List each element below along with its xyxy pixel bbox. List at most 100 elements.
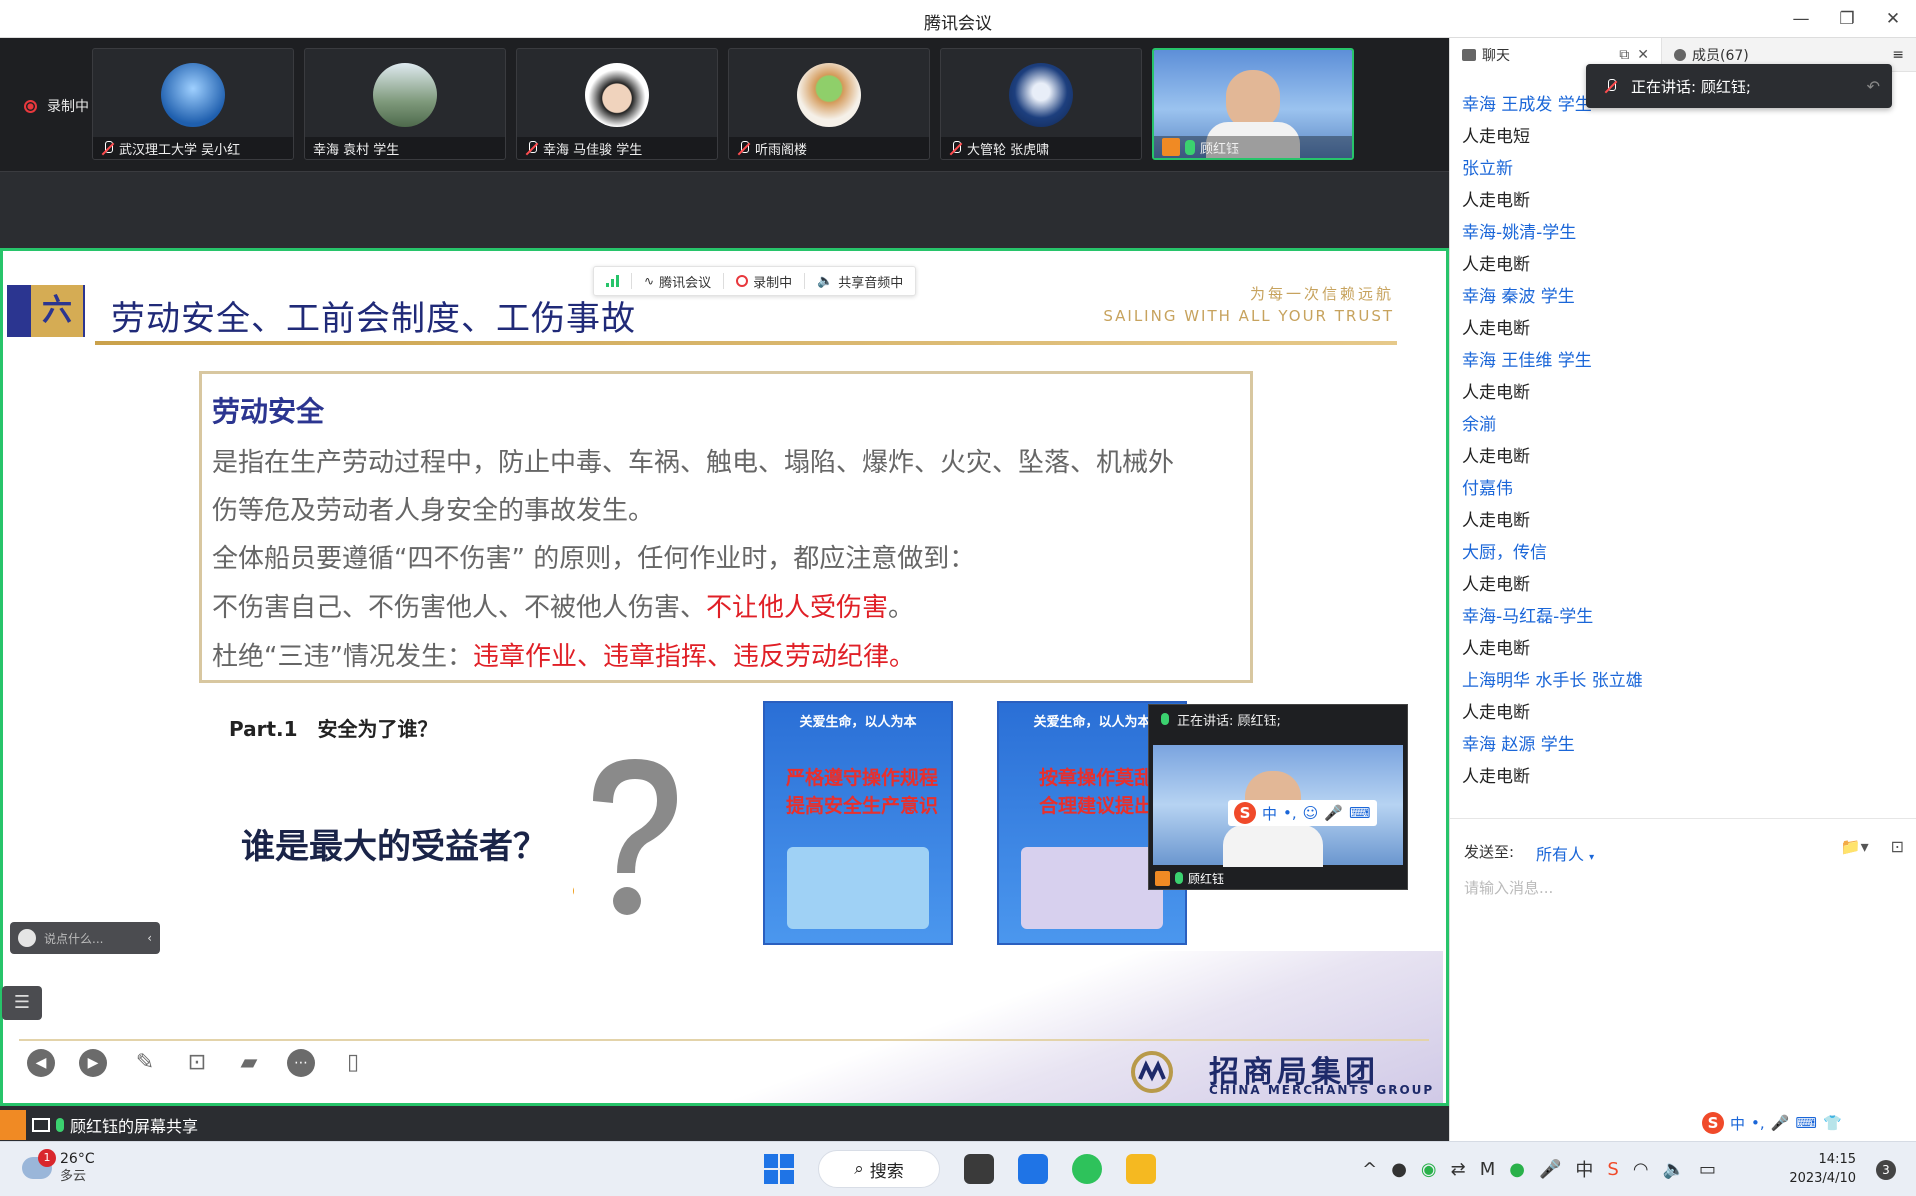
phone-icon[interactable]: ▯ [339, 1049, 367, 1077]
host-icon [0, 1110, 26, 1140]
ime-tray-icon[interactable]: 中 [1575, 1156, 1593, 1182]
popout-icon[interactable]: ⧉ [1619, 47, 1629, 63]
notification-badge[interactable]: 3 [1876, 1160, 1896, 1180]
send-to-dropdown[interactable]: 所有人 ▾ [1536, 841, 1594, 865]
ime-toolbar[interactable]: S 中 •, ☺ 🎤 ⌨ [1228, 800, 1377, 826]
recording-indicator[interactable]: 录制中 [24, 96, 89, 116]
search-button[interactable]: ⌕ 搜索 [818, 1150, 940, 1188]
transfer-icon[interactable]: ⇄ [1451, 1159, 1466, 1180]
mic-icon[interactable]: 🎤 [1539, 1159, 1561, 1180]
tray-green-icon[interactable]: ● [1509, 1159, 1525, 1180]
mic-icon[interactable]: 🎤 [1771, 1114, 1790, 1132]
chat-sender[interactable]: 幸海 王佳维 学生 [1462, 342, 1906, 374]
collapse-icon[interactable]: ‹ [147, 931, 152, 945]
emoji-icon[interactable]: ☺ [1303, 804, 1319, 822]
footer-line [19, 1039, 1429, 1041]
wifi-icon[interactable]: ◠ [1633, 1159, 1649, 1180]
slogan-en: SAILING WITH ALL YOUR TRUST [1103, 307, 1394, 325]
pip-speaking: 正在讲话: 顾红钰; [1177, 713, 1281, 729]
volume-icon[interactable]: 🔈 [1663, 1159, 1685, 1180]
chat-sender[interactable]: 幸海 赵源 学生 [1462, 726, 1906, 758]
list-icon[interactable]: ☰ [2, 986, 42, 1020]
message-input[interactable]: 请输入消息... [1464, 877, 1553, 898]
chevron-up-icon[interactable]: ^ [1362, 1159, 1377, 1180]
title-bar: 腾讯会议 — ❐ ✕ [0, 0, 1916, 38]
participant-tile[interactable]: 幸海 马佳骏 学生 [516, 48, 718, 160]
dismiss-icon[interactable]: ↶ [1867, 77, 1880, 96]
minimize-button[interactable]: — [1788, 6, 1814, 32]
signal-icon [606, 275, 619, 287]
wechat-icon[interactable] [1072, 1154, 1102, 1184]
chat-sender[interactable]: 幸海-姚清-学生 [1462, 214, 1906, 246]
avatar [1009, 63, 1073, 127]
restore-button[interactable]: ❐ [1834, 6, 1860, 32]
shared-screen: 六 劳动安全、工前会制度、工伤事故 为每一次信赖远航 SAILING WITH … [0, 248, 1449, 1106]
pen-icon[interactable]: ✎ [131, 1049, 159, 1077]
battery-icon[interactable]: ▭ [1699, 1159, 1716, 1180]
chat-sender[interactable]: 大厨，传信 [1462, 534, 1906, 566]
taskbar-apps: ⌕ 搜索 [764, 1150, 1156, 1188]
chat-message: 人走电断 [1462, 254, 1530, 275]
share-floating-toolbar[interactable]: ∿ 腾讯会议 录制中 🔈 共享音频中 [593, 266, 917, 296]
sogou-tray-icon[interactable]: S [1607, 1159, 1618, 1180]
participant-tile[interactable]: 大管轮 张虎啸 [940, 48, 1142, 160]
camera-icon[interactable]: ▰ [235, 1049, 263, 1077]
emoji-icon[interactable] [18, 929, 36, 947]
skin-icon[interactable]: 👕 [1823, 1114, 1842, 1132]
qq-icon[interactable]: ● [1391, 1159, 1407, 1180]
chat-message: 人走电断 [1462, 702, 1530, 723]
meeting-area: 录制中 武汉理工大学 吴小红 幸海 袁村 学生 幸海 马佳骏 学生 听雨阁楼 大… [0, 38, 1449, 1141]
danmaku-input[interactable]: 说点什么... ‹ [10, 922, 160, 954]
more-icon[interactable]: ⋯ [287, 1049, 315, 1077]
screenshot-icon[interactable]: ⊡ [1891, 837, 1904, 856]
screenshot-icon[interactable]: ⊡ [183, 1049, 211, 1077]
punctuation-icon[interactable]: •, [1751, 1114, 1765, 1132]
start-button[interactable] [764, 1154, 794, 1184]
chat-sender[interactable]: 余湔 [1462, 406, 1906, 438]
slide-title: 劳动安全、工前会制度、工伤事故 [111, 299, 636, 339]
participant-tile[interactable]: 听雨阁楼 [728, 48, 930, 160]
speaker-pip[interactable]: 正在讲话: 顾红钰; 顾红钰 [1148, 704, 1408, 890]
tencent-meeting-icon[interactable] [1018, 1154, 1048, 1184]
ime-toolbar-tray[interactable]: S 中 •, 🎤 ⌨ 👕 [1696, 1108, 1848, 1138]
chat-sender[interactable]: 张立新 [1462, 150, 1906, 182]
participant-tile[interactable]: 武汉理工大学 吴小红 [92, 48, 294, 160]
chat-sender[interactable]: 上海明华 水手长 张立雄 [1462, 662, 1906, 694]
share-status-bar[interactable]: 顾红钰的屏幕共享 [0, 1110, 230, 1140]
record-icon [736, 275, 749, 287]
clock[interactable]: 14:15 2023/4/10 [1789, 1150, 1856, 1188]
chat-sender[interactable]: 付嘉伟 [1462, 470, 1906, 502]
section-number: 六 [31, 285, 83, 337]
app-tray-icon[interactable]: ◉ [1421, 1159, 1437, 1180]
record-icon [24, 99, 37, 113]
punctuation-icon[interactable]: •, [1283, 804, 1297, 822]
sogou-icon: S [1234, 802, 1256, 824]
weather-widget[interactable]: 1 26°C 多云 [22, 1149, 95, 1186]
participant-name: 顾红钰 [1200, 141, 1240, 157]
share-audio-button[interactable]: 🔈 共享音频中 [817, 272, 903, 291]
next-slide-button[interactable]: ▶ [79, 1049, 107, 1077]
chat-message: 人走电断 [1462, 638, 1530, 659]
file-icon[interactable]: 📁▾ [1841, 837, 1869, 856]
mic-icon[interactable]: 🎤 [1324, 804, 1343, 822]
avatar [373, 63, 437, 127]
chat-sender[interactable]: 幸海-马红磊-学生 [1462, 598, 1906, 630]
participant-tile-active[interactable]: 顾红钰 [1152, 48, 1354, 160]
chat-message: 人走电断 [1462, 766, 1530, 787]
close-icon[interactable]: ✕ [1637, 47, 1649, 63]
tray-icon[interactable]: Ⅿ [1480, 1159, 1496, 1180]
keyboard-icon[interactable]: ⌨ [1349, 804, 1371, 822]
participant-tile[interactable]: 幸海 袁村 学生 [304, 48, 506, 160]
keyboard-icon[interactable]: ⌨ [1795, 1114, 1817, 1132]
chat-sender[interactable]: 幸海 秦波 学生 [1462, 278, 1906, 310]
previous-slide-button[interactable]: ◀ [27, 1049, 55, 1077]
speaker-icon: 🔈 [817, 273, 834, 289]
mic-muted-icon [525, 140, 538, 156]
chat-panel: 聊天 ⧉ ✕ 成员(67) ≡ 幸海 王成发 学生 人走电短 张立新 人走电断 幸海-姚清… [1449, 38, 1916, 1141]
task-view-icon[interactable] [964, 1154, 994, 1184]
close-button[interactable]: ✕ [1880, 6, 1906, 32]
recording-button[interactable]: 录制中 [736, 272, 792, 291]
text-line: 是指在生产劳动过程中，防止中毒、车祸、触电、塌陷、爆炸、火灾、坠落、机械外 [212, 448, 1175, 478]
meeting-app-button[interactable]: ∿ 腾讯会议 [644, 272, 711, 291]
file-explorer-icon[interactable] [1126, 1154, 1156, 1184]
